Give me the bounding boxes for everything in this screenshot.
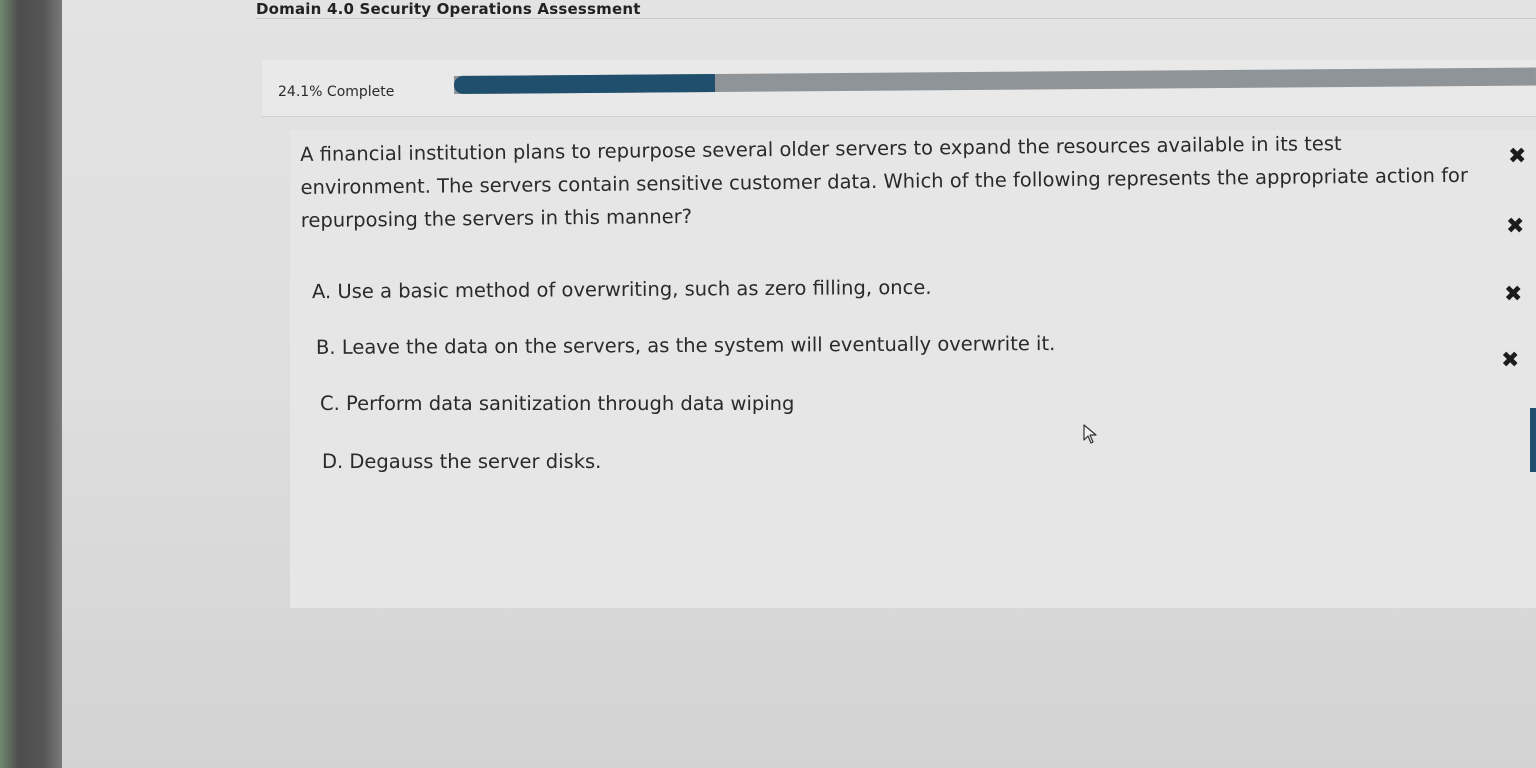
monitor-bezel (0, 0, 62, 768)
header-divider (256, 18, 1536, 19)
question-stem: A financial institution plans to repurpo… (300, 132, 1469, 232)
x-mark-icon: ✖ (1504, 282, 1523, 307)
page-title: Domain 4.0 Security Operations Assessmen… (256, 0, 641, 18)
mouse-pointer-icon (1083, 424, 1097, 444)
answer-option-a[interactable]: A. Use a basic method of overwriting, su… (312, 276, 932, 303)
answer-option-c[interactable]: C. Perform data sanitization through dat… (320, 392, 794, 415)
x-mark-icon: ✖ (1506, 214, 1525, 239)
x-mark-icon: ✖ (1501, 348, 1520, 373)
x-mark-icon: ✖ (1508, 144, 1527, 169)
side-panel-edge (1530, 408, 1536, 472)
progress-label: 24.1% Complete (278, 84, 395, 100)
answer-option-b[interactable]: B. Leave the data on the servers, as the… (316, 332, 1055, 359)
answer-option-d[interactable]: D. Degauss the server disks. (322, 450, 601, 473)
progress-bar-fill (453, 73, 715, 94)
